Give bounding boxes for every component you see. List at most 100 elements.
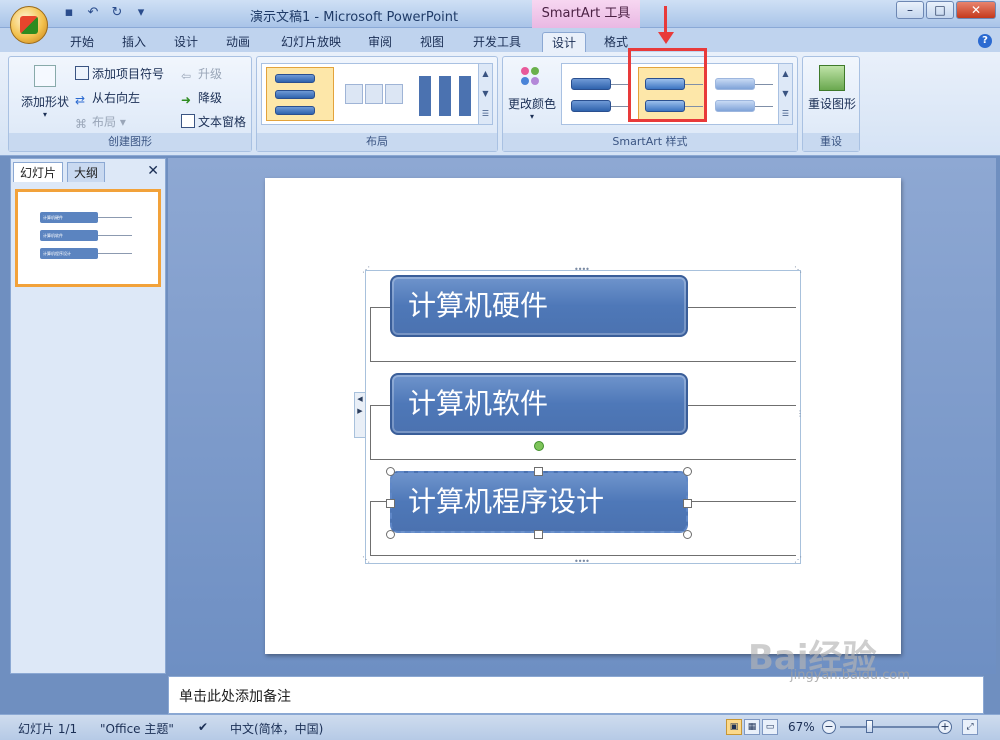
zoom-slider-thumb[interactable]: [866, 720, 873, 733]
change-colors-label: 更改颜色: [507, 97, 556, 111]
resize-handle[interactable]: [683, 467, 692, 476]
zoom-level[interactable]: 67%: [788, 720, 815, 734]
layout-button[interactable]: ⌘ 布局 ▾: [75, 113, 126, 131]
close-button[interactable]: ✕: [956, 1, 996, 19]
zoom-out-icon[interactable]: −: [822, 720, 836, 734]
change-colors-button[interactable]: 更改颜色 ▾: [507, 65, 557, 121]
style-line: [611, 106, 629, 107]
resize-handle[interactable]: [386, 499, 395, 508]
resize-handle[interactable]: [534, 530, 543, 539]
slide-canvas[interactable]: •••• •••• ⋰ ⋱ ⋱ ⋰ ⋮ ◀ ▶ 计算机硬件 计算机软件 计算机程…: [265, 178, 901, 654]
tab-design[interactable]: 设计: [166, 32, 206, 52]
tab-slideshow[interactable]: 幻灯片放映: [276, 32, 346, 52]
tab-outline[interactable]: 大纲: [67, 162, 106, 182]
demote-button[interactable]: ➜ 降级: [181, 89, 222, 107]
normal-view-icon[interactable]: ▣: [726, 719, 742, 735]
frame-handle[interactable]: ⋰: [794, 555, 802, 564]
promote-button[interactable]: ⇦ 升级: [181, 65, 222, 83]
tab-slides[interactable]: 幻灯片: [13, 162, 64, 182]
zoom-slider[interactable]: [840, 726, 938, 728]
layout-gallery-scroll[interactable]: ▲ ▼ ☰: [478, 64, 492, 124]
slides-pane: 幻灯片 大纲 ✕ 1 计算机硬件 计算机软件 计算机程序设计: [10, 158, 166, 674]
tab-smartart-design[interactable]: 设计: [542, 32, 586, 52]
layout-gallery: ▲ ▼ ☰: [261, 63, 493, 125]
scroll-down-icon[interactable]: ▼: [779, 84, 792, 104]
window-controls: – □ ✕: [896, 1, 996, 19]
frame-handle[interactable]: ⋱: [794, 265, 802, 274]
smartart-tools-label: SmartArt 工具: [532, 0, 640, 28]
right-to-left-button[interactable]: ⇄ 从右向左: [75, 89, 140, 107]
layout-bar: [275, 106, 315, 115]
connector-line: [370, 405, 390, 406]
frame-handle[interactable]: ••••: [574, 265, 590, 274]
slide-thumbnail[interactable]: 计算机硬件 计算机软件 计算机程序设计: [15, 189, 161, 287]
smartart-frame[interactable]: •••• •••• ⋰ ⋱ ⋱ ⋰ ⋮ ◀ ▶ 计算机硬件 计算机软件 计算机程…: [354, 265, 804, 566]
maximize-button[interactable]: □: [926, 1, 954, 19]
add-shape-button[interactable]: 添加形状 ▾: [17, 65, 73, 119]
tab-developer[interactable]: 开发工具: [466, 32, 528, 52]
scroll-up-icon[interactable]: ▲: [479, 64, 492, 84]
gallery-more-icon[interactable]: ☰: [479, 104, 492, 124]
spellcheck-icon[interactable]: ✔: [198, 720, 208, 734]
notes-placeholder: 单击此处添加备注: [179, 689, 291, 705]
save-icon[interactable]: ▪: [60, 5, 78, 21]
redo-icon[interactable]: ↻: [108, 5, 126, 21]
layout-column: [459, 76, 471, 116]
fit-to-window-icon[interactable]: ⤢: [962, 719, 978, 735]
reset-graphic-button[interactable]: 重设图形: [805, 65, 859, 112]
slide-sorter-icon[interactable]: ▦: [744, 719, 760, 735]
connector-line: [688, 501, 796, 502]
text-pane-button[interactable]: 文本窗格: [181, 113, 246, 130]
resize-handle[interactable]: [683, 530, 692, 539]
help-icon[interactable]: ?: [978, 34, 992, 48]
style-option-3[interactable]: [710, 67, 778, 121]
layout-option-3[interactable]: [412, 67, 480, 121]
connector-line: [370, 307, 371, 361]
frame-handle[interactable]: ⋮: [796, 409, 804, 418]
frame-handle[interactable]: ••••: [574, 557, 590, 566]
smartart-shape-programming[interactable]: 计算机程序设计: [390, 471, 688, 533]
minimize-button[interactable]: –: [896, 1, 924, 19]
group-label-create-graphic: 创建图形: [9, 133, 251, 151]
tab-view[interactable]: 视图: [412, 32, 452, 52]
watermark-url: jingyan.baidu.com: [790, 668, 910, 683]
scroll-up-icon[interactable]: ▲: [779, 64, 792, 84]
resize-handle[interactable]: [683, 499, 692, 508]
tab-review[interactable]: 审阅: [360, 32, 400, 52]
tab-animations[interactable]: 动画: [218, 32, 258, 52]
promote-arrow-icon: ⇦: [181, 69, 192, 83]
annotation-arrow-icon: [658, 6, 674, 46]
add-bullet-button[interactable]: 添加项目符号: [75, 65, 164, 82]
tab-home[interactable]: 开始: [62, 32, 102, 52]
slideshow-view-icon[interactable]: ▭: [762, 719, 778, 735]
thumb-item: 计算机程序设计: [40, 248, 98, 259]
style-option-1[interactable]: [566, 67, 634, 121]
frame-handle[interactable]: ⋱: [362, 555, 370, 564]
layout-bar: [275, 90, 315, 99]
resize-handle[interactable]: [386, 467, 395, 476]
layout-option-1[interactable]: [266, 67, 334, 121]
tab-insert[interactable]: 插入: [114, 32, 154, 52]
gallery-more-icon[interactable]: ☰: [779, 104, 792, 124]
scroll-down-icon[interactable]: ▼: [479, 84, 492, 104]
office-logo-icon: [20, 16, 38, 34]
smartart-shape-software[interactable]: 计算机软件: [390, 373, 688, 435]
undo-icon[interactable]: ↶: [84, 5, 102, 21]
smartart-shape-hardware[interactable]: 计算机硬件: [390, 275, 688, 337]
qat-dropdown-icon[interactable]: ▾: [132, 5, 150, 21]
text-pane-toggle[interactable]: ◀ ▶: [354, 392, 366, 438]
frame-handle[interactable]: ⋰: [362, 265, 370, 274]
close-icon[interactable]: ✕: [147, 163, 159, 179]
language-indicator: 中文(简体，中国): [230, 722, 324, 736]
style-gallery-scroll[interactable]: ▲ ▼ ☰: [778, 64, 792, 124]
resize-handle[interactable]: [386, 530, 395, 539]
demote-label: 降级: [198, 91, 223, 105]
connector-line: [370, 405, 371, 459]
layout-option-2[interactable]: [340, 67, 408, 121]
add-shape-icon: [34, 65, 56, 87]
rotation-handle[interactable]: [534, 441, 544, 451]
zoom-in-icon[interactable]: +: [938, 720, 952, 734]
resize-handle[interactable]: [534, 467, 543, 476]
office-button[interactable]: [10, 6, 48, 44]
group-label-smartart-styles: SmartArt 样式: [503, 133, 797, 151]
